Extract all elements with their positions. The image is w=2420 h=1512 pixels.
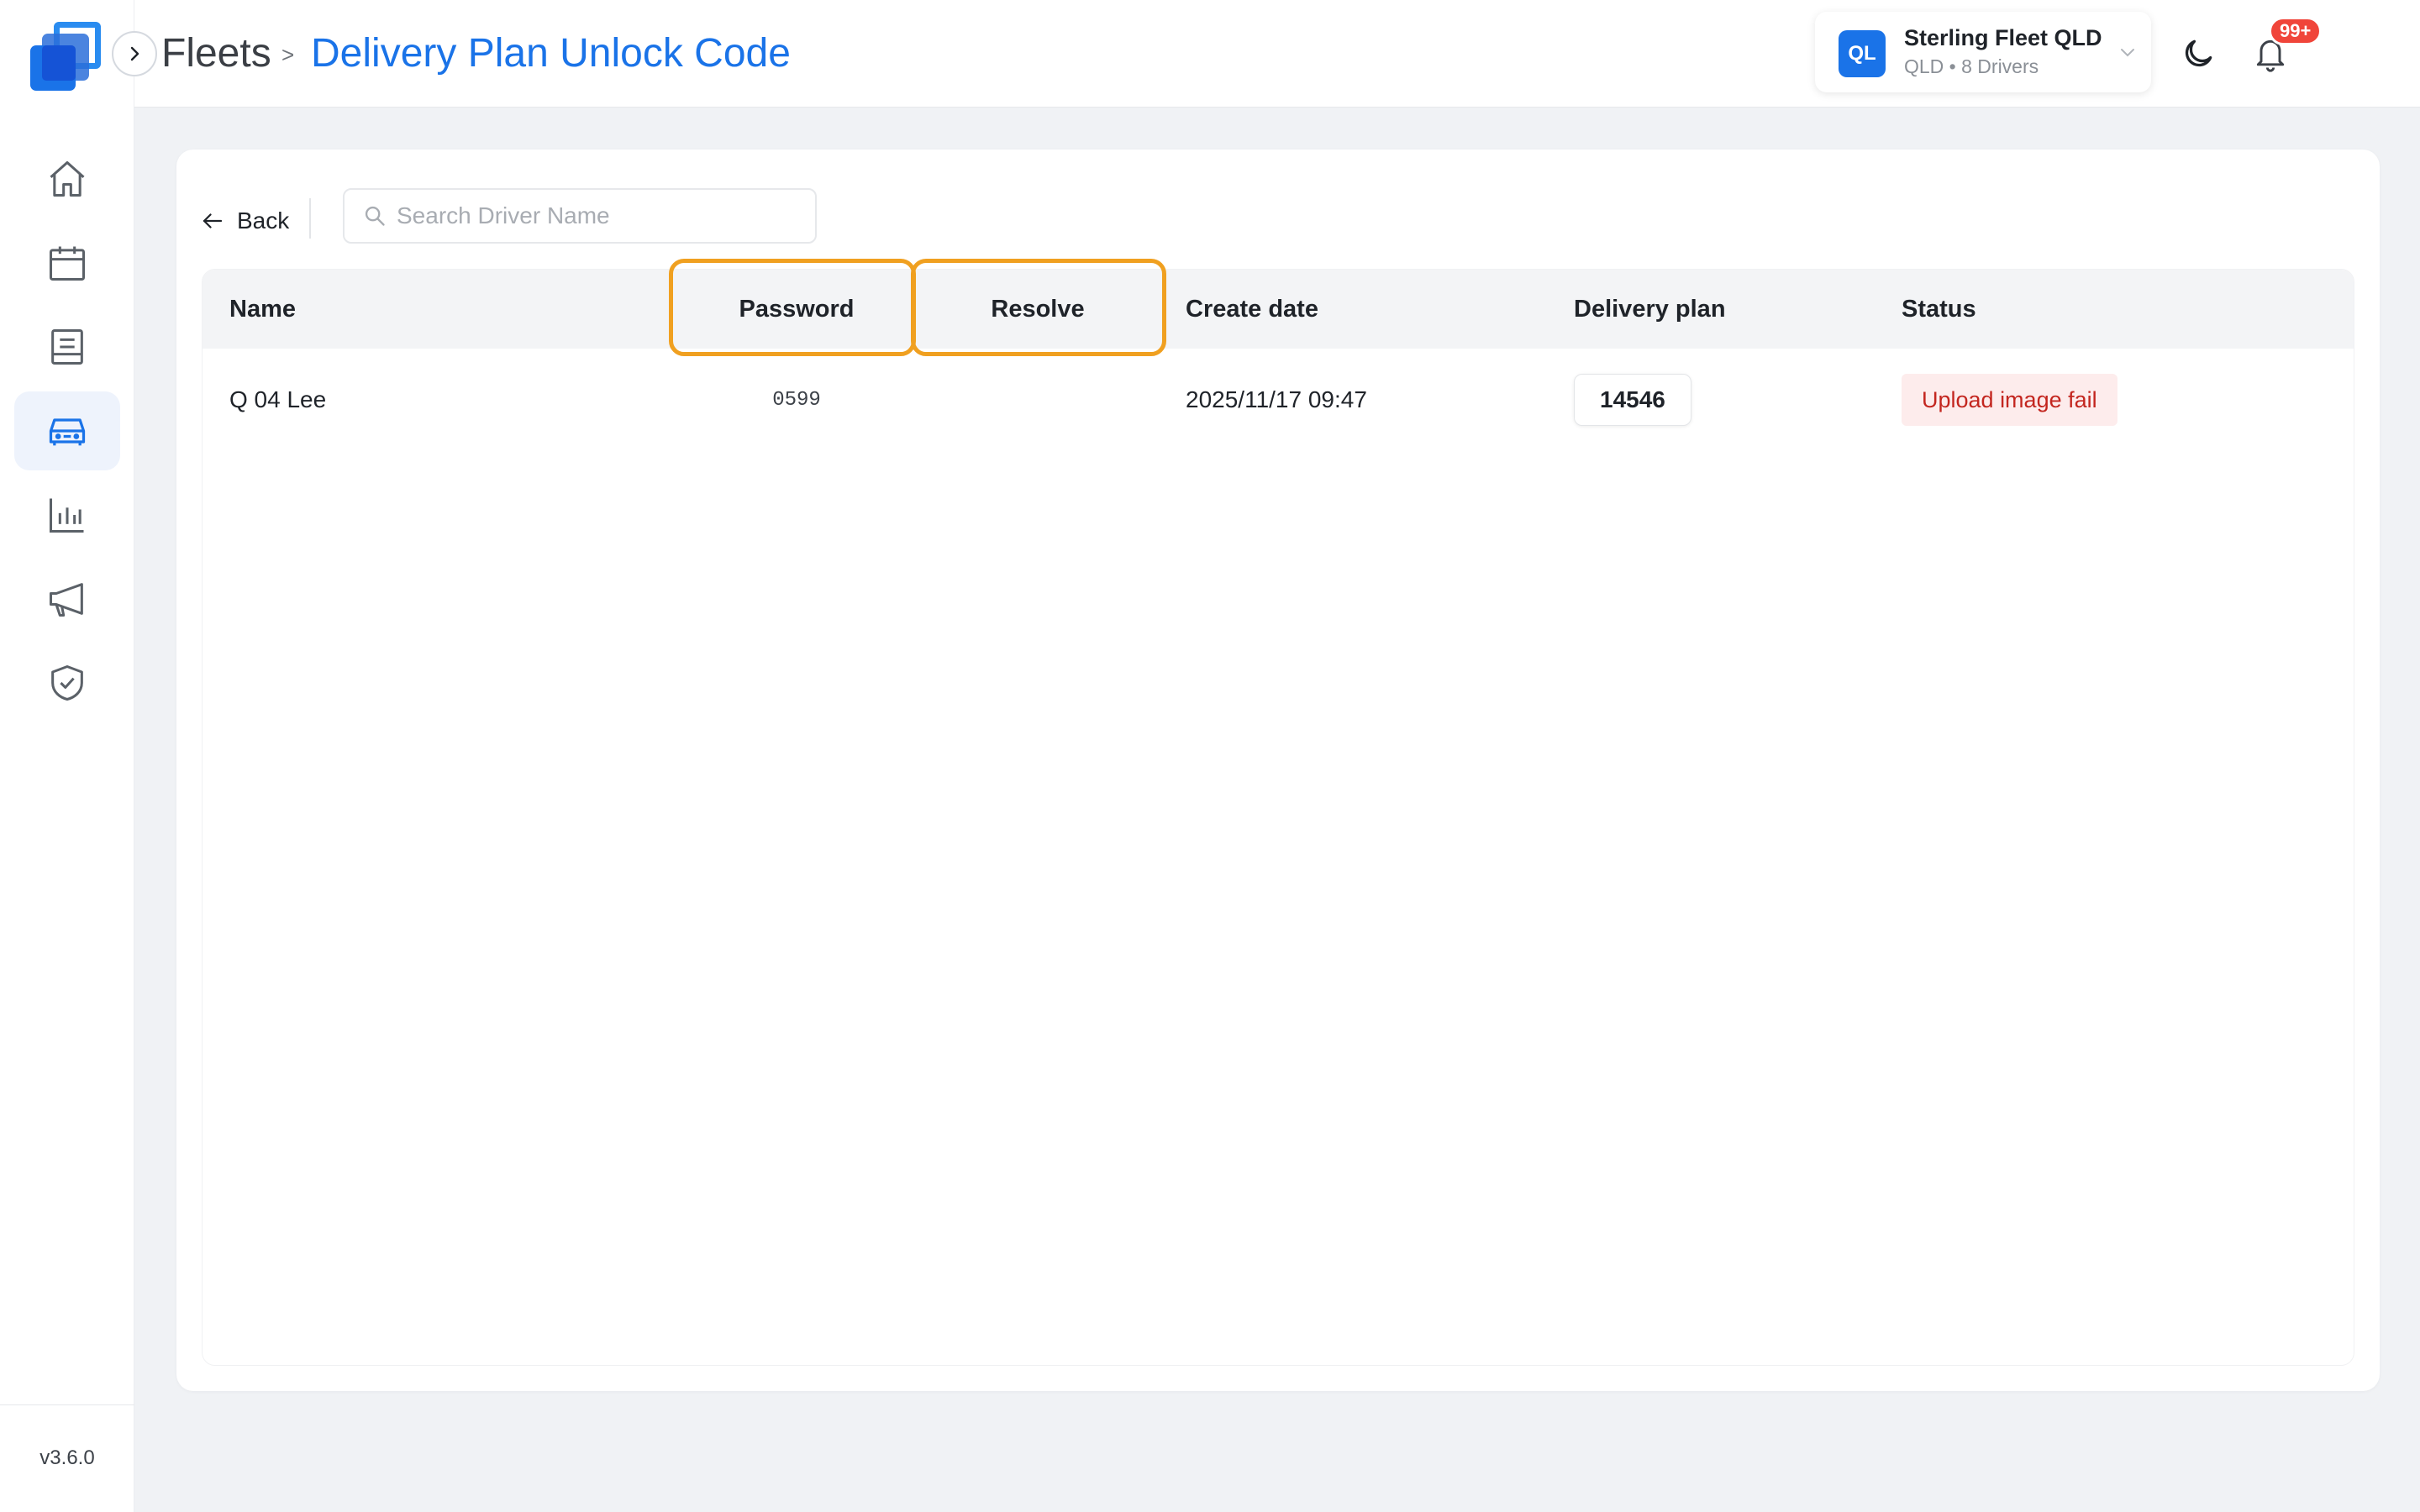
notification-badge: 99+ xyxy=(2269,17,2323,45)
fleet-badge: QL xyxy=(1839,30,1886,77)
sidebar-item-vehicles[interactable] xyxy=(14,391,120,470)
search-driver-input[interactable] xyxy=(397,202,800,229)
sidebar-toggle-button[interactable] xyxy=(112,31,157,76)
page-title: Delivery Plan Unlock Code xyxy=(311,31,791,76)
sidebar-item-announcements[interactable] xyxy=(14,559,120,638)
sidebar-item-documents[interactable] xyxy=(14,307,120,386)
column-header-create-date[interactable]: Create date xyxy=(1186,270,1318,349)
search-icon xyxy=(365,206,385,226)
sidebar-divider xyxy=(0,1404,134,1405)
back-button[interactable]: Back xyxy=(200,198,289,244)
calendar-icon xyxy=(49,246,86,281)
cell-driver-name: Q 04 Lee xyxy=(229,386,327,412)
back-label: Back xyxy=(237,207,290,234)
document-list-icon xyxy=(51,328,83,365)
sidebar-item-security[interactable] xyxy=(14,643,120,722)
chevron-right-icon xyxy=(130,46,139,61)
toolbar-divider xyxy=(309,198,311,239)
fleet-name: Sterling Fleet QLD xyxy=(1904,25,2102,50)
fleet-subtitle: QLD • 8 Drivers xyxy=(1904,55,2039,77)
column-header-password[interactable]: Password xyxy=(675,270,918,349)
cell-resolve[interactable] xyxy=(918,349,1157,451)
shield-check-icon xyxy=(51,664,83,701)
app-logo[interactable] xyxy=(30,22,104,94)
sidebar-item-calendar[interactable] xyxy=(14,223,120,302)
cell-create-date: 2025/11/17 09:47 xyxy=(1186,386,1367,412)
column-header-delivery-plan[interactable]: Delivery plan xyxy=(1574,270,1726,349)
home-icon xyxy=(50,160,85,197)
sidebar-item-reports[interactable] xyxy=(14,475,120,554)
column-header-resolve[interactable]: Resolve xyxy=(918,270,1157,349)
megaphone-icon xyxy=(49,583,83,617)
moon-icon[interactable] xyxy=(2180,35,2217,72)
chevron-down-icon xyxy=(2121,49,2134,57)
fleet-selector[interactable]: QL Sterling Fleet QLD QLD • 8 Drivers xyxy=(1815,12,2151,92)
logo-shape xyxy=(42,45,76,81)
car-icon xyxy=(49,418,86,446)
content-card: Back Name Password Resolve Create date D… xyxy=(176,150,2380,1391)
arrow-left-icon xyxy=(203,213,223,228)
search-box[interactable] xyxy=(343,188,817,244)
app-version: v3.6.0 xyxy=(39,1446,95,1469)
cell-password: 0599 xyxy=(772,388,821,412)
breadcrumb-separator: > xyxy=(281,42,295,67)
column-header-status[interactable]: Status xyxy=(1902,270,1976,349)
delivery-plan-link[interactable]: 14546 xyxy=(1574,374,1691,426)
top-header: Fleets > Delivery Plan Unlock Code QL St… xyxy=(134,0,2420,108)
sidebar-item-home[interactable] xyxy=(14,139,120,218)
table-header: Name Password Resolve Create date Delive… xyxy=(203,270,2354,349)
breadcrumb-fleets[interactable]: Fleets xyxy=(161,30,271,76)
sidebar: v3.6.0 xyxy=(0,0,134,1512)
bar-chart-icon xyxy=(49,498,84,533)
unlock-code-table: Name Password Resolve Create date Delive… xyxy=(202,269,2354,1366)
status-badge: Upload image fail xyxy=(1902,374,2118,426)
column-header-name[interactable]: Name xyxy=(229,270,296,349)
